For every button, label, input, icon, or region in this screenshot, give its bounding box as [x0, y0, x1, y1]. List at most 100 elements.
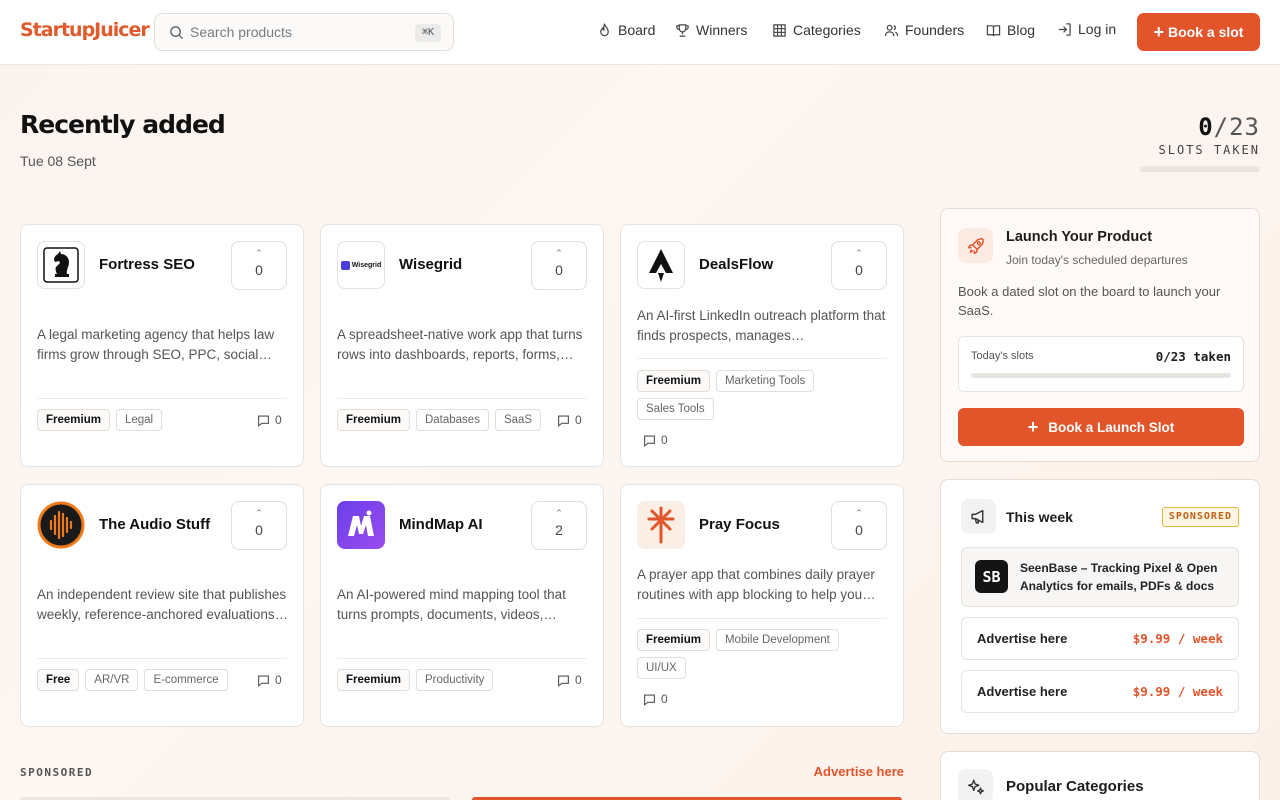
- popular-categories-panel: Popular Categories: [940, 751, 1260, 800]
- nav-founders-label: Founders: [905, 22, 965, 38]
- wisegrid-logo-text: Wisegrid: [351, 261, 382, 269]
- search-shortcut: ⌘K: [415, 24, 441, 42]
- nav-founders[interactable]: Founders: [884, 22, 964, 38]
- category-tag[interactable]: Sales Tools: [637, 398, 714, 420]
- comments-number: 0: [661, 433, 668, 447]
- product-name[interactable]: Wisegrid: [399, 256, 462, 273]
- upvote-button[interactable]: ⌃ 0: [231, 501, 287, 550]
- category-tag[interactable]: Mobile Development: [715, 629, 839, 651]
- sponsor-item[interactable]: SB SeenBase – Tracking Pixel & Open Anal…: [961, 547, 1239, 607]
- book-launch-slot-button[interactable]: + Book a Launch Slot: [958, 408, 1244, 446]
- pricing-tag[interactable]: Freemium: [637, 629, 710, 651]
- nav-login[interactable]: Log in: [1057, 21, 1116, 37]
- product-card[interactable]: The Audio Stuff ⌃ 0 An independent revie…: [20, 484, 304, 727]
- product-card[interactable]: DealsFlow ⌃ 0 An AI-first LinkedIn outre…: [620, 224, 904, 467]
- comments-count[interactable]: 0: [557, 673, 582, 687]
- advertise-slot[interactable]: Advertise here $9.99 / week: [961, 617, 1239, 660]
- upvote-button[interactable]: ⌃ 0: [231, 241, 287, 290]
- category-tag[interactable]: E-commerce: [144, 669, 228, 691]
- category-tag[interactable]: SaaS: [494, 409, 542, 431]
- nav-winners[interactable]: Winners: [675, 22, 747, 38]
- launch-product-panel: Launch Your Product Join today's schedul…: [940, 208, 1260, 462]
- product-description: An independent review site that publishe…: [37, 587, 289, 622]
- category-tag[interactable]: AR/VR: [85, 669, 139, 691]
- nav-board[interactable]: Board: [597, 22, 655, 38]
- tag-list: Freemium Marketing ToolsSales Tools: [637, 370, 889, 426]
- nav-categories-label: Categories: [793, 22, 861, 38]
- launch-title: Launch Your Product: [1006, 229, 1153, 245]
- product-name[interactable]: The Audio Stuff: [99, 516, 210, 533]
- nav-categories[interactable]: Categories: [772, 22, 861, 38]
- today-slots-progress: [971, 373, 1231, 378]
- pricing-tag[interactable]: Freemium: [337, 669, 410, 691]
- comment-icon: [558, 674, 569, 687]
- launch-subtitle: Join today's scheduled departures: [1006, 253, 1188, 267]
- pricing-tag[interactable]: Freemium: [637, 370, 710, 392]
- book-slot-button[interactable]: + Book a slot: [1137, 13, 1260, 51]
- upvote-button[interactable]: ⌃ 0: [831, 501, 887, 550]
- upvote-arrow-icon: ⌃: [855, 248, 863, 258]
- comments-number: 0: [275, 413, 282, 427]
- page-title: Recently added: [20, 110, 226, 139]
- product-description: An AI-powered mind mapping tool that tur…: [337, 587, 566, 622]
- card-divider: [37, 658, 287, 659]
- product-description: A spreadsheet-native work app that turns…: [337, 327, 583, 362]
- tag-list: Freemium Databases SaaS: [337, 409, 589, 437]
- advertise-price: $9.99 / week: [1132, 684, 1223, 699]
- pricing-tag[interactable]: Free: [37, 669, 80, 691]
- slots-progress-bar: [1140, 166, 1260, 172]
- dealsflow-logo-icon: [637, 241, 685, 289]
- upvote-arrow-icon: ⌃: [855, 508, 863, 518]
- sponsor-title: SeenBase – Tracking Pixel & Open Analyti…: [1020, 561, 1218, 593]
- product-card[interactable]: Fortress SEO ⌃ 0 A legal marketing agenc…: [20, 224, 304, 467]
- comments-count[interactable]: 0: [557, 413, 582, 427]
- nav-blog-label: Blog: [1007, 22, 1036, 38]
- upvote-button[interactable]: ⌃ 0: [531, 241, 587, 290]
- comment-icon: [558, 414, 569, 427]
- upvote-button[interactable]: ⌃ 2: [531, 501, 587, 550]
- users-icon: [884, 24, 899, 36]
- category-tag[interactable]: Productivity: [415, 669, 494, 691]
- advertise-label: Advertise here: [977, 631, 1068, 646]
- comments-count[interactable]: 0: [257, 413, 282, 427]
- vote-count: 2: [555, 522, 563, 538]
- comments-count[interactable]: 0: [257, 673, 282, 687]
- product-name[interactable]: Fortress SEO: [99, 256, 195, 273]
- product-name[interactable]: MindMap AI: [399, 516, 483, 533]
- comments-count[interactable]: 0: [643, 433, 668, 447]
- slots-taken: 0: [1198, 113, 1214, 141]
- product-card[interactable]: Wisegrid Wisegrid ⌃ 0 A spreadsheet-nati…: [320, 224, 604, 467]
- nav-blog[interactable]: Blog: [986, 22, 1035, 38]
- login-icon: [1058, 22, 1071, 36]
- card-divider: [337, 398, 587, 399]
- product-card[interactable]: Pray Focus ⌃ 0 A prayer app that combine…: [620, 484, 904, 727]
- category-tag[interactable]: Databases: [415, 409, 489, 431]
- plus-icon: +: [1027, 417, 1039, 437]
- tag-list: Freemium Legal: [37, 409, 289, 437]
- product-name[interactable]: Pray Focus: [699, 516, 780, 533]
- nav-winners-label: Winners: [696, 22, 748, 38]
- product-description: A legal marketing agency that helps law …: [37, 327, 275, 362]
- today-slots-value: 0/23 taken: [1155, 349, 1231, 364]
- slots-counter: 0/23 SLOTS TAKEN: [1159, 113, 1260, 157]
- nav-board-label: Board: [618, 22, 656, 38]
- site-logo[interactable]: StartupJuicer: [20, 19, 150, 41]
- book-launch-slot-label: Book a Launch Slot: [1048, 419, 1175, 435]
- category-tag[interactable]: UI/UX: [637, 657, 686, 679]
- category-tag[interactable]: Legal: [115, 409, 163, 431]
- upvote-button[interactable]: ⌃ 0: [831, 241, 887, 290]
- advertise-here-link[interactable]: Advertise here: [814, 764, 904, 779]
- card-divider: [337, 658, 587, 659]
- launch-description: Book a dated slot on the board to launch…: [958, 284, 1221, 318]
- pricing-tag[interactable]: Freemium: [37, 409, 110, 431]
- top-navbar: StartupJuicer Search products ⌘K Board W…: [0, 0, 1280, 65]
- product-card[interactable]: MindMap AI ⌃ 2 An AI-powered mind mappin…: [320, 484, 604, 727]
- comment-icon: [258, 674, 269, 687]
- category-tag[interactable]: Marketing Tools: [715, 370, 815, 392]
- pricing-tag[interactable]: Freemium: [337, 409, 410, 431]
- search-input[interactable]: Search products ⌘K: [154, 13, 454, 51]
- comments-count[interactable]: 0: [643, 692, 668, 706]
- advertise-slot[interactable]: Advertise here $9.99 / week: [961, 670, 1239, 713]
- product-name[interactable]: DealsFlow: [699, 256, 773, 273]
- comments-number: 0: [575, 413, 582, 427]
